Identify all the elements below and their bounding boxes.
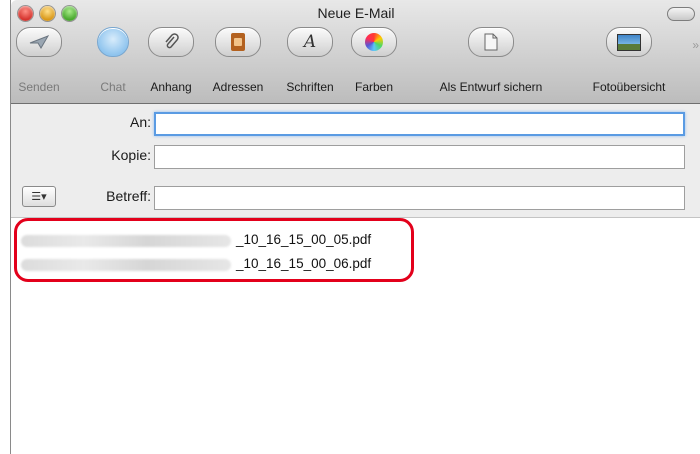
fonts-button[interactable]: A Schriften <box>277 26 343 96</box>
mail-compose-window: Neue E-Mail Senden Chat Anhang Adressen … <box>10 0 700 454</box>
toolbar: Senden Chat Anhang Adressen A Schriften … <box>11 26 700 101</box>
fonts-icon: A <box>287 27 333 57</box>
photo-browser-button[interactable]: Fotoübersicht <box>579 26 679 96</box>
color-wheel-icon <box>351 27 397 57</box>
send-label: Senden <box>18 80 60 94</box>
chat-label: Chat <box>100 80 126 94</box>
cc-field[interactable] <box>154 145 685 169</box>
paperclip-icon <box>148 27 194 57</box>
attach-label: Anhang <box>150 80 192 94</box>
paper-plane-icon <box>16 27 62 57</box>
draft-document-icon <box>468 27 514 57</box>
fonts-label: Schriften <box>286 80 334 94</box>
save-draft-button[interactable]: Als Entwurf sichern <box>421 26 561 96</box>
attach-button[interactable]: Anhang <box>143 26 199 96</box>
address-book-icon <box>215 27 261 57</box>
list-menu-icon: ☰▾ <box>31 191 47 203</box>
subject-field[interactable] <box>154 186 685 210</box>
photo-icon <box>606 27 652 57</box>
window-title: Neue E-Mail <box>317 5 395 21</box>
address-button[interactable]: Adressen <box>205 26 271 96</box>
to-field[interactable] <box>154 112 685 136</box>
window-chrome: Neue E-Mail Senden Chat Anhang Adressen … <box>11 0 700 104</box>
to-label: An: <box>129 114 151 130</box>
colors-button[interactable]: Farben <box>349 26 399 96</box>
header-fields: An: Kopie: ☰▾ Betreff: <box>11 104 700 218</box>
cc-label: Kopie: <box>111 147 151 163</box>
save-draft-label: Als Entwurf sichern <box>439 80 543 94</box>
send-button[interactable]: Senden <box>13 26 65 96</box>
attachments-highlight-callout <box>14 218 414 282</box>
subject-label: Betreff: <box>106 188 151 204</box>
toolbar-overflow-icon[interactable]: » <box>692 38 699 52</box>
address-label: Adressen <box>212 80 264 94</box>
photo-browser-label: Fotoübersicht <box>592 80 666 94</box>
chat-button[interactable]: Chat <box>93 26 133 96</box>
toolbar-toggle-button[interactable] <box>667 7 695 21</box>
header-options-button[interactable]: ☰▾ <box>22 186 56 207</box>
colors-label: Farben <box>354 80 394 94</box>
chat-bubble-icon <box>97 27 129 57</box>
